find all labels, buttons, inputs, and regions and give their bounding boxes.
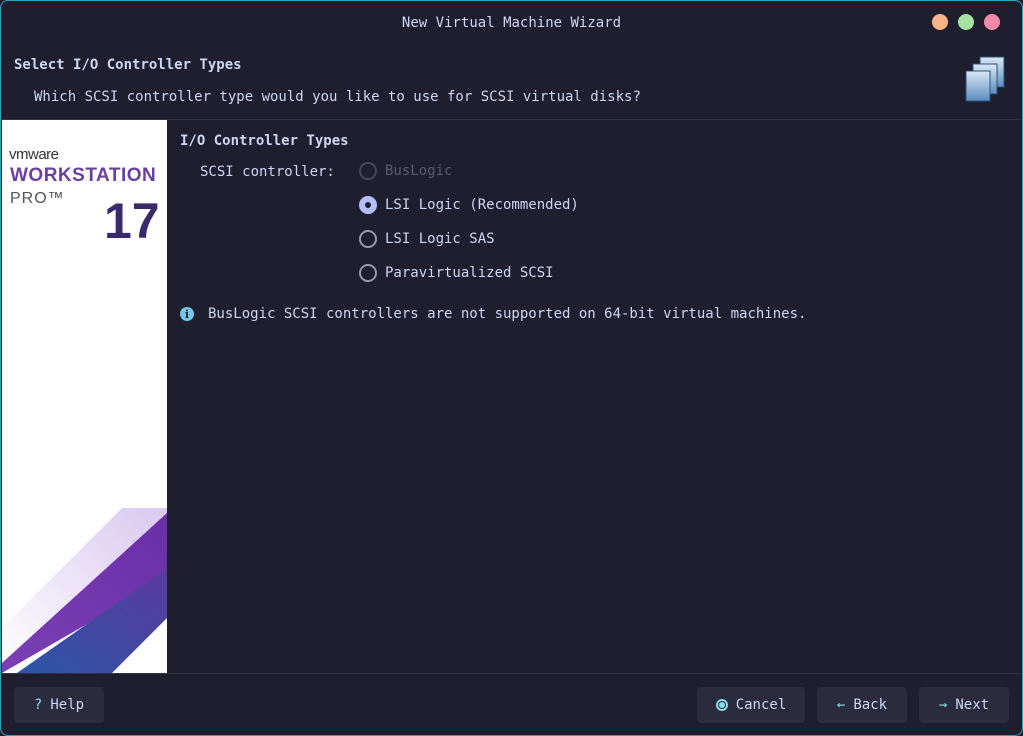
scsi-controller-label: SCSI controller: xyxy=(200,164,335,180)
product-name: WORKSTATION xyxy=(10,165,157,186)
back-button[interactable]: ← Back xyxy=(817,687,907,723)
title-bar: New Virtual Machine Wizard xyxy=(1,1,1022,45)
question-icon: ? xyxy=(33,697,43,713)
radio-label[interactable]: LSI Logic SAS xyxy=(385,231,495,247)
window-controls xyxy=(932,14,1000,30)
radio-button[interactable] xyxy=(359,264,377,282)
button-bar: ? Help Cancel ← Back → Next xyxy=(1,673,1022,735)
next-label: Next xyxy=(955,697,990,713)
radio-label: BusLogic xyxy=(385,163,453,179)
radio-buslogic: BusLogic xyxy=(359,162,452,180)
help-label: Help xyxy=(50,697,85,713)
wizard-header: Select I/O Controller Types Which SCSI c… xyxy=(1,45,1022,120)
help-button[interactable]: ? Help xyxy=(14,687,104,723)
radio-lsi-logic-sas[interactable]: LSI Logic SAS xyxy=(359,230,495,248)
brand-panel: vmware WORKSTATION PRO™ 17 xyxy=(2,120,167,673)
brand-stripes-graphic xyxy=(2,508,167,673)
arrow-right-icon: → xyxy=(938,697,948,713)
close-button[interactable] xyxy=(984,14,1000,30)
cancel-icon xyxy=(715,699,728,711)
info-message: i BusLogic SCSI controllers are not supp… xyxy=(180,306,806,322)
info-text: BusLogic SCSI controllers are not suppor… xyxy=(208,306,807,322)
cancel-label: Cancel xyxy=(735,697,787,713)
section-title: I/O Controller Types xyxy=(180,133,349,149)
arrow-left-icon: ← xyxy=(836,697,846,713)
radio-label[interactable]: LSI Logic (Recommended) xyxy=(385,197,579,213)
radio-button[interactable] xyxy=(359,196,377,214)
page-subtitle: Which SCSI controller type would you lik… xyxy=(34,89,641,105)
product-version: 17 xyxy=(104,193,160,249)
window-title: New Virtual Machine Wizard xyxy=(401,15,622,31)
product-edition: PRO™ xyxy=(10,190,65,207)
content-panel: I/O Controller Types SCSI controller: Bu… xyxy=(167,120,1022,673)
next-button[interactable]: → Next xyxy=(919,687,1009,723)
radio-button[interactable] xyxy=(359,230,377,248)
page-title: Select I/O Controller Types xyxy=(14,57,242,73)
vendor-logo: vmware xyxy=(9,146,59,163)
cancel-button[interactable]: Cancel xyxy=(697,687,805,723)
wizard-window: New Virtual Machine Wizard Select I/O Co… xyxy=(0,0,1023,736)
maximize-button[interactable] xyxy=(958,14,974,30)
minimize-button[interactable] xyxy=(932,14,948,30)
back-label: Back xyxy=(853,697,888,713)
radio-lsi-logic[interactable]: LSI Logic (Recommended) xyxy=(359,196,579,214)
radio-paravirtualized-scsi[interactable]: Paravirtualized SCSI xyxy=(359,264,554,282)
radio-button xyxy=(359,162,377,180)
radio-label[interactable]: Paravirtualized SCSI xyxy=(385,265,554,281)
info-icon: i xyxy=(180,307,194,321)
virtual-machine-icon xyxy=(965,56,1005,102)
